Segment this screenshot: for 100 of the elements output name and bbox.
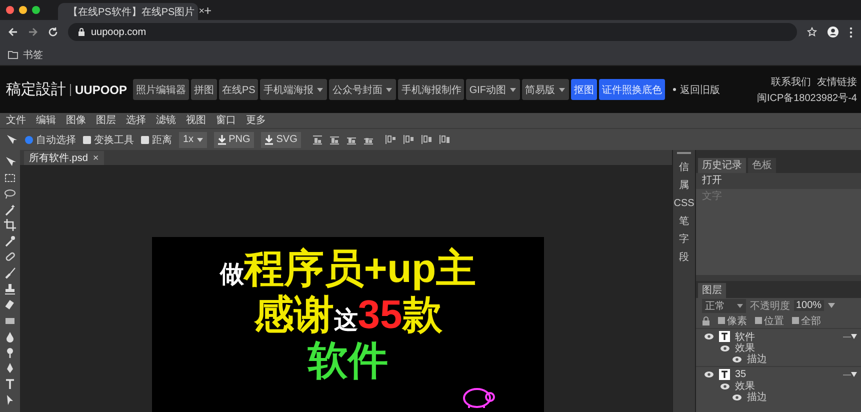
align-icon[interactable] [329,134,340,145]
lasso-icon[interactable] [4,188,16,200]
scale-dropdown[interactable]: 1x [179,132,207,148]
checkbox[interactable] [792,317,799,324]
layer-row[interactable]: 软件 效果 描边 [696,328,861,366]
bookmark-folder[interactable]: 书签 [8,48,43,62]
dodge-icon[interactable] [4,346,16,358]
nav-button[interactable]: 手机海报制作 [398,79,464,100]
bandage-icon[interactable] [4,251,16,264]
reload-icon[interactable] [48,27,58,37]
brush-icon[interactable] [4,267,16,280]
export-button[interactable]: PNG [214,132,254,148]
panel-toggle[interactable]: 笔 [679,216,689,228]
effects-icon[interactable] [843,370,857,378]
nav-button[interactable]: 简易版 [522,79,570,100]
panel-toggle[interactable]: 信 [679,162,689,174]
star-icon[interactable] [807,27,817,37]
nav-button[interactable]: 手机端海报 [260,79,328,100]
distribute-icon[interactable] [403,134,416,145]
drop-icon[interactable] [4,330,16,343]
caret-icon[interactable] [828,303,835,308]
checkbox[interactable] [83,136,91,144]
distribute-icon[interactable] [439,134,452,145]
eye-icon[interactable] [704,371,714,378]
menu-item[interactable]: 图像 [66,116,86,126]
menu-item[interactable]: 图层 [96,116,116,126]
text-tool-icon[interactable] [4,378,16,390]
export-button[interactable]: SVG [261,132,302,148]
blend-mode-dropdown[interactable]: 正常 [702,298,746,312]
eye-icon[interactable] [720,345,730,352]
distribute-icon[interactable] [385,134,398,145]
logo-text[interactable]: 稿定設計 [6,80,66,99]
forward-icon[interactable] [28,27,38,37]
menu-item[interactable]: 选择 [126,116,146,126]
menu-item[interactable]: 滤镜 [156,116,176,126]
back-icon[interactable] [8,27,18,37]
new-tab-button[interactable]: + [204,4,212,16]
nav-button[interactable]: GIF动图 [466,79,520,100]
layer-row[interactable]: 35 效果 描边 [696,366,861,404]
tab-close-button[interactable]: × [92,152,99,164]
account-icon[interactable] [827,26,839,38]
document-tab[interactable]: 所有软件.psd × [24,151,104,165]
checkbox[interactable] [141,136,149,144]
collapse-handle[interactable] [696,150,861,156]
pen-icon[interactable] [4,362,16,374]
eye-icon[interactable] [720,383,730,390]
move-tool-icon [6,134,18,146]
move-tool-icon[interactable] [4,156,16,168]
menu-item[interactable]: 编辑 [36,116,56,126]
caret-icon [386,88,392,92]
header-link[interactable]: 友情链接 [817,74,857,88]
panel-toggle[interactable]: 字 [679,234,689,246]
collapse-handle[interactable] [677,152,691,156]
nav-button[interactable]: 证件照换底色 [599,79,666,100]
poster-text: 35 [358,295,402,335]
header-link[interactable]: 联系我们 [771,74,811,88]
nav-button[interactable]: 照片编辑器 [133,79,190,100]
eye-icon[interactable] [732,356,742,363]
menu-icon[interactable] [849,26,853,38]
distribute-icon[interactable] [421,134,434,145]
address-field[interactable]: uupoop.com [68,23,797,41]
eye-icon[interactable] [732,394,742,401]
panel-toggle[interactable]: 段 [679,252,689,264]
old-version-link[interactable]: 返回旧版 [673,82,720,96]
eyedropper-icon[interactable] [4,235,16,248]
effect-name: 效果 [735,343,755,354]
nav-button[interactable]: 抠图 [571,79,598,100]
menu-item[interactable]: 视图 [186,116,206,126]
marquee-icon[interactable] [4,172,16,184]
nav-button[interactable]: 在线PS [219,79,258,100]
effect-name: 描边 [747,354,767,365]
pointer-icon[interactable] [4,394,16,406]
nav-button[interactable]: 公众号封面 [329,79,396,100]
stamp-icon[interactable] [4,282,16,295]
checkbox[interactable] [755,317,762,324]
tab-close-button[interactable]: × [198,6,205,17]
opacity-field[interactable]: 100% [794,300,824,311]
menu-item[interactable]: 文件 [6,116,26,126]
poster-text: 感谢 [254,295,334,335]
nav-button[interactable]: 拼图 [191,79,218,100]
panel-tab[interactable]: 历史记录 [698,158,746,173]
align-icon[interactable] [312,134,324,145]
icp-number: 闽ICP备18023982号-4 [756,92,857,104]
poster-text: 程序员+up主 [244,249,476,289]
checkbox[interactable] [718,317,725,324]
panel-toggle[interactable]: 属 [679,180,689,192]
eye-icon[interactable] [704,333,714,340]
text-layer-icon [719,331,730,342]
checkbox[interactable] [25,136,33,144]
menu-item[interactable]: 窗口 [216,116,236,126]
poster-text: 做 [220,263,244,287]
panel-tab[interactable]: 图层 [698,283,726,298]
brand-name[interactable]: UUPOOP [75,82,128,96]
panel-tab[interactable]: 色板 [748,158,776,173]
menu-item[interactable]: 更多 [246,116,266,126]
wand-icon[interactable] [4,204,16,216]
crop-icon[interactable] [4,219,16,232]
history-item[interactable]: 打开 [696,173,861,189]
effects-icon[interactable] [843,332,857,340]
panel-toggle[interactable]: CSS [674,198,694,210]
